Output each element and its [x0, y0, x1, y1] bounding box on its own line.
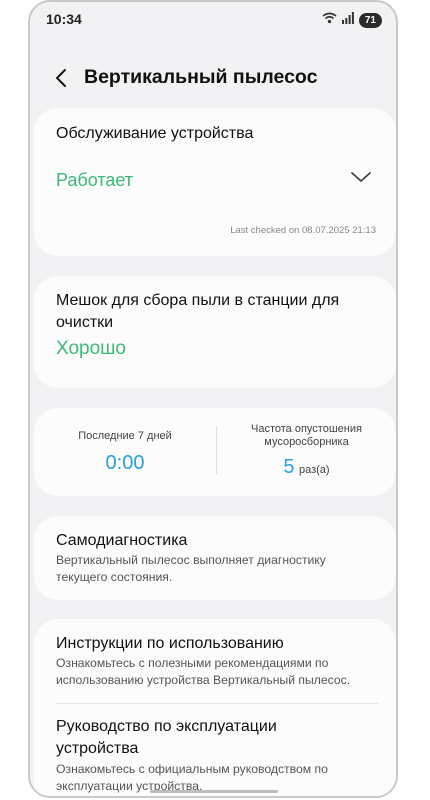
stat-last-7-days-label: Последние 7 дней	[78, 430, 172, 442]
self-diagnosis-title: Самодиагностика	[56, 532, 188, 549]
dust-bag-status: Хорошо	[56, 338, 126, 359]
expand-button[interactable]	[350, 170, 372, 184]
stat-last-7-days-value: 0:00	[105, 452, 145, 474]
signal-icon	[341, 11, 354, 29]
self-diagnosis-description: Вертикальный пылесос выполняет диагности…	[56, 553, 326, 584]
help-card: Инструкции по использованию Ознакомьтесь…	[34, 619, 396, 796]
stat-emptying-frequency-row: 5 раз(а)	[217, 456, 396, 479]
dust-bag-card[interactable]: Мешок для сбора пыли в станции для очист…	[34, 276, 396, 388]
status-bar: 10:34 71	[30, 2, 396, 36]
stat-emptying-frequency-value: 5	[283, 456, 295, 478]
maintenance-status: Работает	[56, 170, 134, 190]
list-divider	[56, 703, 378, 704]
phone-frame: 10:34 71 Вертикальный пылесос Обслуживан…	[28, 0, 398, 798]
back-button[interactable]	[50, 64, 74, 92]
chevron-down-icon	[351, 172, 371, 182]
page-title: Вертикальный пылесос	[84, 66, 318, 88]
battery-icon: 71	[358, 12, 382, 28]
last-checked-text: Last checked on 08.07.2025 21:13	[230, 225, 376, 236]
stat-emptying-frequency-label: Частота опустошения мусоросборника	[251, 423, 362, 448]
dust-bag-title: Мешок для сбора пыли в станции для очист…	[56, 292, 340, 331]
self-diagnosis-card[interactable]: Самодиагностика Вертикальный пылесос вып…	[34, 516, 396, 600]
instructions-description: Ознакомьтесь с полезными рекомендациями …	[56, 656, 351, 687]
header: Вертикальный пылесос	[30, 58, 396, 98]
status-icons: 71	[322, 11, 382, 29]
stat-emptying-frequency: Частота опустошения мусоросборника 5 раз…	[217, 408, 396, 496]
usage-stats-card: Последние 7 дней 0:00 Частота опустошени…	[34, 408, 396, 496]
stat-last-7-days: Последние 7 дней 0:00	[34, 408, 216, 496]
manual-title: Руководство по эксплуатации устройства	[56, 718, 277, 757]
wifi-icon	[322, 11, 337, 29]
home-indicator	[150, 790, 278, 793]
stat-emptying-frequency-unit: раз(а)	[298, 464, 330, 476]
status-time: 10:34	[46, 11, 82, 27]
instructions-title: Инструкции по использованию	[56, 635, 284, 652]
maintenance-title: Обслуживание устройства	[56, 125, 254, 142]
chevron-left-icon	[56, 69, 66, 87]
device-maintenance-card[interactable]: Обслуживание устройства Работает Last ch…	[34, 108, 396, 256]
